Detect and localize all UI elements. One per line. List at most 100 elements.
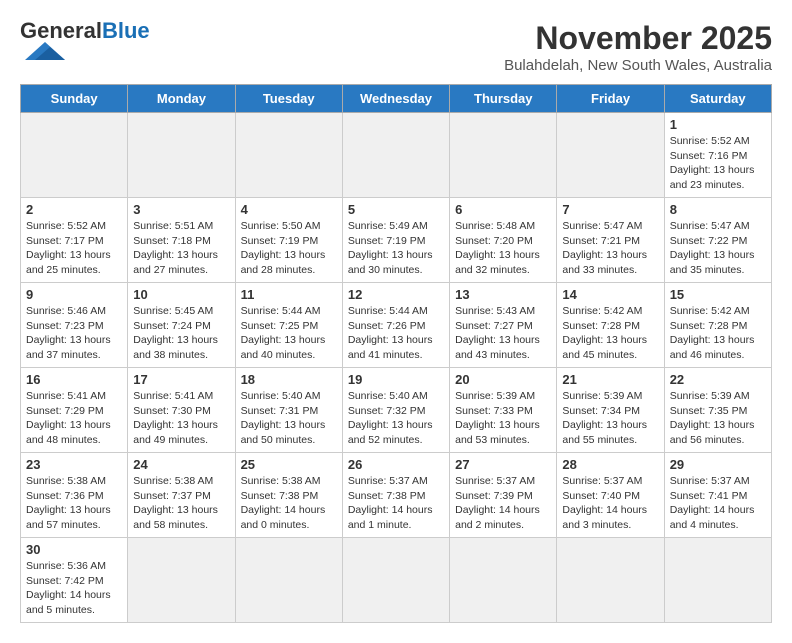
calendar-cell-18: 18 Sunrise: 5:40 AM Sunset: 7:31 PM Dayl…	[235, 368, 342, 453]
day-info: Sunrise: 5:42 AM Sunset: 7:28 PM Dayligh…	[562, 304, 658, 363]
day-info: Sunrise: 5:39 AM Sunset: 7:34 PM Dayligh…	[562, 389, 658, 448]
day-info: Sunrise: 5:41 AM Sunset: 7:29 PM Dayligh…	[26, 389, 122, 448]
week-row-4: 16 Sunrise: 5:41 AM Sunset: 7:29 PM Dayl…	[21, 368, 772, 453]
calendar-cell-empty-w5d6	[664, 538, 771, 623]
day-info: Sunrise: 5:45 AM Sunset: 7:24 PM Dayligh…	[133, 304, 229, 363]
week-row-1: 1 Sunrise: 5:52 AM Sunset: 7:16 PM Dayli…	[21, 113, 772, 198]
week-row-3: 9 Sunrise: 5:46 AM Sunset: 7:23 PM Dayli…	[21, 283, 772, 368]
header-monday: Monday	[128, 85, 235, 113]
day-number: 7	[562, 202, 658, 217]
day-info: Sunrise: 5:40 AM Sunset: 7:32 PM Dayligh…	[348, 389, 444, 448]
day-info: Sunrise: 5:37 AM Sunset: 7:40 PM Dayligh…	[562, 474, 658, 533]
calendar-cell-14: 14 Sunrise: 5:42 AM Sunset: 7:28 PM Dayl…	[557, 283, 664, 368]
day-number: 26	[348, 457, 444, 472]
month-title: November 2025	[504, 20, 772, 57]
calendar-cell-empty-w5d3	[342, 538, 449, 623]
day-number: 16	[26, 372, 122, 387]
header-friday: Friday	[557, 85, 664, 113]
day-info: Sunrise: 5:47 AM Sunset: 7:21 PM Dayligh…	[562, 219, 658, 278]
day-number: 15	[670, 287, 766, 302]
calendar-cell-empty-w0d0	[21, 113, 128, 198]
logo-icon	[20, 42, 70, 60]
day-info: Sunrise: 5:43 AM Sunset: 7:27 PM Dayligh…	[455, 304, 551, 363]
day-number: 20	[455, 372, 551, 387]
header-sunday: Sunday	[21, 85, 128, 113]
header-tuesday: Tuesday	[235, 85, 342, 113]
day-number: 18	[241, 372, 337, 387]
calendar-cell-26: 26 Sunrise: 5:37 AM Sunset: 7:38 PM Dayl…	[342, 453, 449, 538]
day-number: 22	[670, 372, 766, 387]
calendar-cell-20: 20 Sunrise: 5:39 AM Sunset: 7:33 PM Dayl…	[450, 368, 557, 453]
day-info: Sunrise: 5:44 AM Sunset: 7:25 PM Dayligh…	[241, 304, 337, 363]
calendar-cell-7: 7 Sunrise: 5:47 AM Sunset: 7:21 PM Dayli…	[557, 198, 664, 283]
day-number: 25	[241, 457, 337, 472]
calendar-cell-2: 2 Sunrise: 5:52 AM Sunset: 7:17 PM Dayli…	[21, 198, 128, 283]
day-number: 10	[133, 287, 229, 302]
calendar-cell-9: 9 Sunrise: 5:46 AM Sunset: 7:23 PM Dayli…	[21, 283, 128, 368]
day-info: Sunrise: 5:38 AM Sunset: 7:37 PM Dayligh…	[133, 474, 229, 533]
day-number: 27	[455, 457, 551, 472]
day-number: 29	[670, 457, 766, 472]
day-number: 2	[26, 202, 122, 217]
calendar-table: Sunday Monday Tuesday Wednesday Thursday…	[20, 84, 772, 623]
calendar-cell-12: 12 Sunrise: 5:44 AM Sunset: 7:26 PM Dayl…	[342, 283, 449, 368]
day-info: Sunrise: 5:37 AM Sunset: 7:38 PM Dayligh…	[348, 474, 444, 533]
day-info: Sunrise: 5:52 AM Sunset: 7:17 PM Dayligh…	[26, 219, 122, 278]
calendar-cell-empty-w0d3	[342, 113, 449, 198]
day-number: 12	[348, 287, 444, 302]
day-info: Sunrise: 5:42 AM Sunset: 7:28 PM Dayligh…	[670, 304, 766, 363]
day-info: Sunrise: 5:50 AM Sunset: 7:19 PM Dayligh…	[241, 219, 337, 278]
header-saturday: Saturday	[664, 85, 771, 113]
calendar-cell-empty-w0d4	[450, 113, 557, 198]
day-number: 23	[26, 457, 122, 472]
day-info: Sunrise: 5:49 AM Sunset: 7:19 PM Dayligh…	[348, 219, 444, 278]
day-info: Sunrise: 5:51 AM Sunset: 7:18 PM Dayligh…	[133, 219, 229, 278]
calendar-cell-empty-w5d5	[557, 538, 664, 623]
day-number: 30	[26, 542, 122, 557]
day-number: 13	[455, 287, 551, 302]
day-info: Sunrise: 5:48 AM Sunset: 7:20 PM Dayligh…	[455, 219, 551, 278]
calendar-cell-19: 19 Sunrise: 5:40 AM Sunset: 7:32 PM Dayl…	[342, 368, 449, 453]
calendar-cell-28: 28 Sunrise: 5:37 AM Sunset: 7:40 PM Dayl…	[557, 453, 664, 538]
calendar-cell-23: 23 Sunrise: 5:38 AM Sunset: 7:36 PM Dayl…	[21, 453, 128, 538]
day-number: 4	[241, 202, 337, 217]
week-row-2: 2 Sunrise: 5:52 AM Sunset: 7:17 PM Dayli…	[21, 198, 772, 283]
calendar-cell-27: 27 Sunrise: 5:37 AM Sunset: 7:39 PM Dayl…	[450, 453, 557, 538]
calendar-cell-30: 30 Sunrise: 5:36 AM Sunset: 7:42 PM Dayl…	[21, 538, 128, 623]
page-header: General Blue November 2025 Bulahdelah, N…	[20, 20, 772, 74]
day-info: Sunrise: 5:44 AM Sunset: 7:26 PM Dayligh…	[348, 304, 444, 363]
logo-blue: Blue	[102, 20, 150, 42]
day-number: 5	[348, 202, 444, 217]
header-wednesday: Wednesday	[342, 85, 449, 113]
calendar-cell-empty-w0d1	[128, 113, 235, 198]
weekday-header-row: Sunday Monday Tuesday Wednesday Thursday…	[21, 85, 772, 113]
day-info: Sunrise: 5:41 AM Sunset: 7:30 PM Dayligh…	[133, 389, 229, 448]
day-number: 1	[670, 117, 766, 132]
day-info: Sunrise: 5:39 AM Sunset: 7:33 PM Dayligh…	[455, 389, 551, 448]
day-number: 14	[562, 287, 658, 302]
day-number: 11	[241, 287, 337, 302]
header-thursday: Thursday	[450, 85, 557, 113]
day-number: 21	[562, 372, 658, 387]
calendar-cell-25: 25 Sunrise: 5:38 AM Sunset: 7:38 PM Dayl…	[235, 453, 342, 538]
day-info: Sunrise: 5:37 AM Sunset: 7:39 PM Dayligh…	[455, 474, 551, 533]
day-number: 19	[348, 372, 444, 387]
calendar-cell-empty-w5d1	[128, 538, 235, 623]
calendar-cell-empty-w5d4	[450, 538, 557, 623]
calendar-cell-13: 13 Sunrise: 5:43 AM Sunset: 7:27 PM Dayl…	[450, 283, 557, 368]
day-number: 8	[670, 202, 766, 217]
calendar-cell-empty-w5d2	[235, 538, 342, 623]
calendar-cell-6: 6 Sunrise: 5:48 AM Sunset: 7:20 PM Dayli…	[450, 198, 557, 283]
calendar-cell-10: 10 Sunrise: 5:45 AM Sunset: 7:24 PM Dayl…	[128, 283, 235, 368]
day-number: 6	[455, 202, 551, 217]
week-row-6: 30 Sunrise: 5:36 AM Sunset: 7:42 PM Dayl…	[21, 538, 772, 623]
day-number: 17	[133, 372, 229, 387]
day-number: 24	[133, 457, 229, 472]
calendar-cell-empty-w0d2	[235, 113, 342, 198]
calendar-cell-22: 22 Sunrise: 5:39 AM Sunset: 7:35 PM Dayl…	[664, 368, 771, 453]
calendar-cell-3: 3 Sunrise: 5:51 AM Sunset: 7:18 PM Dayli…	[128, 198, 235, 283]
day-info: Sunrise: 5:40 AM Sunset: 7:31 PM Dayligh…	[241, 389, 337, 448]
calendar-cell-16: 16 Sunrise: 5:41 AM Sunset: 7:29 PM Dayl…	[21, 368, 128, 453]
calendar-cell-empty-w0d5	[557, 113, 664, 198]
day-info: Sunrise: 5:38 AM Sunset: 7:38 PM Dayligh…	[241, 474, 337, 533]
